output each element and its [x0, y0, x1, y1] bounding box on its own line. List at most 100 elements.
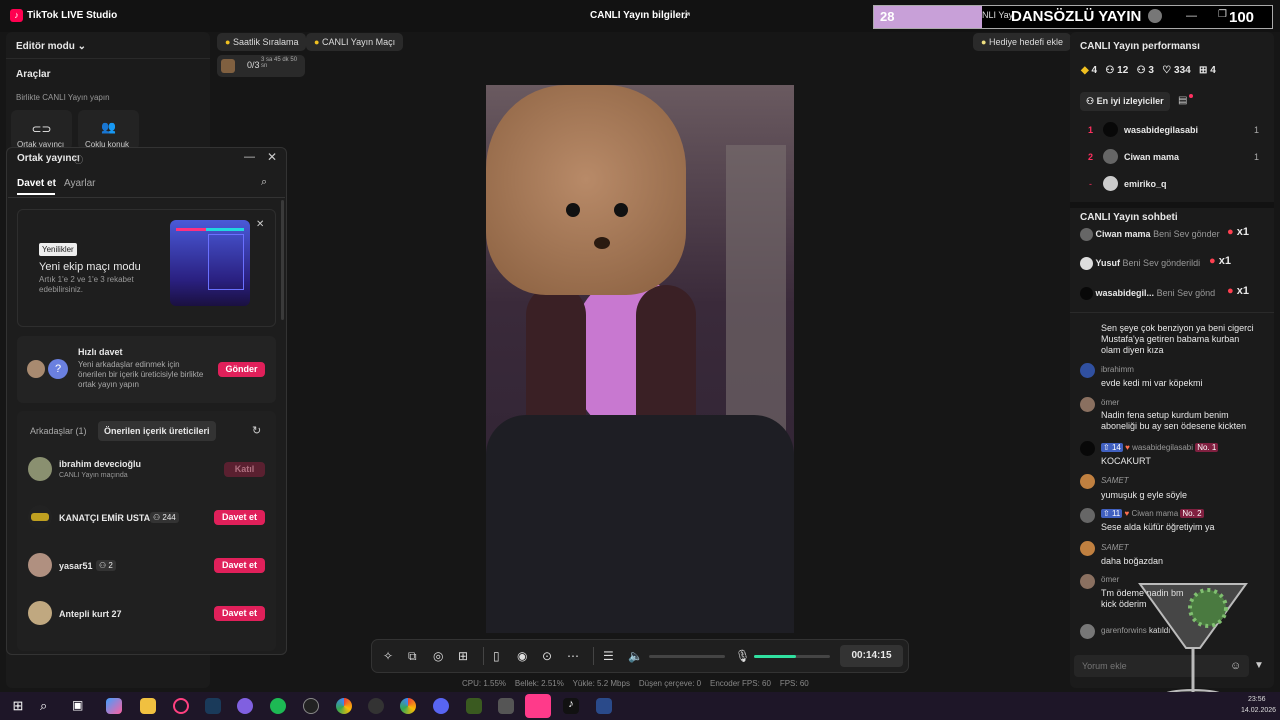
copilot-icon[interactable] [106, 698, 122, 714]
chrome-icon[interactable] [336, 698, 352, 714]
gift-multiplier: ● x1 [1227, 226, 1249, 238]
chat-user[interactable]: ömer [1101, 575, 1119, 584]
chat-user[interactable]: Ciwan mama [1131, 509, 1178, 518]
viewer-name[interactable]: Ciwan mama [1124, 152, 1179, 162]
minimize-dialog-icon[interactable]: — [244, 151, 255, 163]
avatar [1080, 508, 1095, 523]
share-icon[interactable]: ↗ [682, 9, 691, 22]
chat-message: Sese alda küfür öğretiyim ya [1101, 522, 1215, 532]
avatar [1080, 474, 1095, 489]
tab-settings[interactable]: Ayarlar [64, 178, 96, 189]
tab-suggested[interactable]: Önerilen içerik üreticileri [98, 421, 216, 441]
gift-multiplier: ● x1 [1209, 255, 1231, 267]
martini-glass-overlay [1138, 583, 1248, 703]
windows-start-icon[interactable]: ⊞ [10, 698, 26, 714]
viewer-name[interactable]: wasabidegilasabi [1124, 125, 1198, 135]
gift-multiplier-value: x1 [1236, 285, 1249, 297]
chat-user[interactable]: SAMET [1101, 543, 1129, 552]
app-icon[interactable] [303, 698, 319, 714]
goal-progress-pill[interactable]: 0/3 3 sa 45 dk 50 sn [217, 55, 305, 77]
app-icon[interactable] [368, 698, 384, 714]
viewer-name[interactable]: emiriko_q [1124, 179, 1167, 189]
tab-friends[interactable]: Arkadaşlar (1) [30, 426, 87, 436]
filter-icon[interactable]: ▼ [1254, 660, 1264, 671]
file-explorer-icon[interactable] [140, 698, 156, 714]
tiktok-icon[interactable]: ♪ [563, 698, 579, 714]
refresh-icon[interactable]: ↻ [252, 424, 261, 437]
minecraft-icon[interactable] [466, 698, 482, 714]
more-icon[interactable]: ⋯ [567, 649, 579, 663]
record-icon[interactable]: ◉ [517, 649, 527, 663]
chrome-icon[interactable] [400, 698, 416, 714]
gift-user: Ciwan mama [1095, 228, 1151, 239]
top-viewers-button[interactable]: ⚇ En iyi izleyiciler [1080, 92, 1170, 111]
speaker-volume-slider[interactable] [649, 655, 725, 658]
live-info-title[interactable]: CANLI Yayın bilgileri [590, 10, 688, 21]
live-match-pill[interactable]: ● CANLI Yayın Maçı [306, 33, 404, 51]
tab-invite[interactable]: Davet et [17, 178, 56, 189]
users-icon: ⚇ [1086, 96, 1095, 106]
panel-separator [1070, 202, 1274, 208]
app-icon[interactable] [237, 698, 253, 714]
invite-button[interactable]: Davet et [214, 558, 265, 573]
maximize-icon[interactable]: ❐ [1218, 9, 1227, 20]
discord-icon[interactable] [433, 698, 449, 714]
person-name: Antepli kurt 27 [59, 609, 122, 619]
avatar [28, 553, 52, 577]
magic-wand-icon[interactable]: ✧ [383, 649, 393, 663]
hourly-ranking-pill[interactable]: ● Saatlik Sıralama [217, 33, 307, 51]
spotify-icon[interactable] [270, 698, 286, 714]
effects-icon[interactable]: ◎ [433, 649, 443, 663]
question-icon: ? [48, 359, 68, 379]
shares-stat: 4 [1210, 65, 1216, 76]
person-name: KANATÇI EMİR USTA [59, 513, 151, 523]
editor-mode-dropdown[interactable]: Editör modu ⌄ [16, 41, 86, 52]
app-icon[interactable] [596, 698, 612, 714]
minimize-icon[interactable]: — [1186, 10, 1197, 22]
opera-icon[interactable] [173, 698, 189, 714]
gift-multiplier-value: x1 [1218, 255, 1231, 267]
close-dialog-icon[interactable]: ✕ [267, 150, 277, 164]
scrollbar[interactable] [281, 200, 284, 320]
stream-overlay: 28 NLI Yay DANSÖZLÜ YAYIN — ❐ 100 [873, 5, 1273, 29]
phone-icon[interactable]: ▯ [493, 649, 500, 663]
overlay-banner: DANSÖZLÜ YAYIN [1011, 8, 1142, 25]
tiktok-live-studio-taskbar-icon[interactable] [525, 694, 551, 718]
invite-button[interactable]: Davet et [214, 510, 265, 525]
rank: 2 [1088, 152, 1094, 162]
search-taskbar-icon[interactable]: ⌕ [40, 698, 56, 714]
bulb-icon: ● [981, 37, 987, 47]
avatar [28, 505, 52, 529]
chat-message: evde kedi mi var köpekmi [1101, 378, 1203, 388]
chat-user[interactable]: SAMET [1101, 476, 1129, 485]
camera-icon[interactable]: ⊙ [542, 649, 552, 663]
close-promo-icon[interactable]: ✕ [256, 219, 264, 230]
send-button[interactable]: Gönder [218, 362, 265, 377]
chat-user[interactable]: ibrahimm [1101, 365, 1134, 374]
search-icon[interactable]: ⌕ [261, 176, 267, 189]
invite-button[interactable]: Davet et [214, 606, 265, 621]
layout-icon[interactable]: ⧉ [408, 649, 417, 664]
encoder-fps-stat: Encoder FPS: 60 [710, 679, 771, 688]
chat-user[interactable]: wasabidegilasabi [1132, 443, 1193, 452]
tab-underline [17, 193, 55, 195]
help-icon[interactable]: ⓘ [74, 153, 83, 166]
person-name: ibrahim devecioğlu [59, 459, 142, 469]
list-icon[interactable]: ▤ [1178, 95, 1187, 106]
microphone-icon[interactable]: 🎙 [735, 649, 750, 663]
join-button[interactable]: Katıl [224, 462, 265, 477]
add-source-icon[interactable]: ⊞ [458, 649, 468, 663]
speaker-icon[interactable]: 🔈 [628, 649, 643, 663]
coins-stat: 4 [1091, 65, 1098, 76]
gift-goal-pill[interactable]: ● Hediye hedefi ekle [973, 33, 1072, 51]
app-icon[interactable] [498, 698, 514, 714]
top-viewers-label: En iyi izleyiciler [1096, 96, 1164, 106]
chat-user[interactable]: ömer [1101, 398, 1119, 407]
task-view-icon[interactable]: ▣ [72, 698, 88, 714]
steam-icon[interactable] [205, 698, 221, 714]
mixer-icon[interactable]: ☰ [603, 649, 614, 663]
avatar [1103, 176, 1118, 191]
avatar [1080, 363, 1095, 378]
share-stat-icon: ⊞ [1199, 65, 1208, 76]
mic-volume-slider[interactable] [754, 655, 830, 658]
